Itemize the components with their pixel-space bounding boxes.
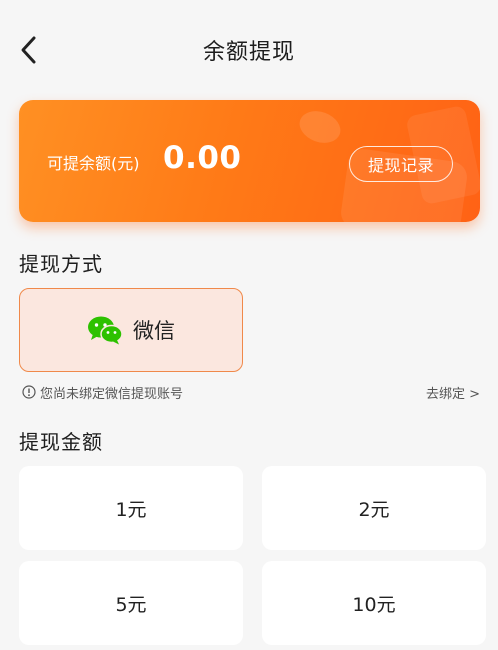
bind-notice-label: 您尚未绑定微信提现账号 [40,386,184,402]
balance-card: 可提余额(元) 0.00 提现记录 [19,100,480,222]
bind-notice: 您尚未绑定微信提现账号 去绑定 > [22,382,480,402]
withdraw-page: 余额提现 可提余额(元) 0.00 提现记录 提现方式 微信 您尚未绑定微信提现… [0,0,498,650]
withdraw-record-button[interactable]: 提现记录 [349,146,453,182]
amount-option-10[interactable]: 10元 [262,561,486,645]
amount-section-title: 提现金额 [19,430,103,454]
amount-option-5[interactable]: 5元 [19,561,243,645]
amount-option-2[interactable]: 2元 [262,466,486,550]
method-section-title: 提现方式 [19,252,103,276]
balance-label: 可提余额(元) [47,154,140,173]
page-title: 余额提现 [202,40,295,65]
header: 余额提现 [0,0,498,96]
balance-value: 0.00 [163,140,242,176]
bind-account-link[interactable]: 去绑定 > [426,383,480,402]
wechat-icon [88,316,123,345]
amount-option-1[interactable]: 1元 [19,466,243,550]
card-decoration [295,105,345,149]
bind-notice-text: 您尚未绑定微信提现账号 [22,383,183,402]
info-icon [22,385,36,399]
method-label: 微信 [133,319,175,343]
method-option-wechat[interactable]: 微信 [19,288,243,372]
